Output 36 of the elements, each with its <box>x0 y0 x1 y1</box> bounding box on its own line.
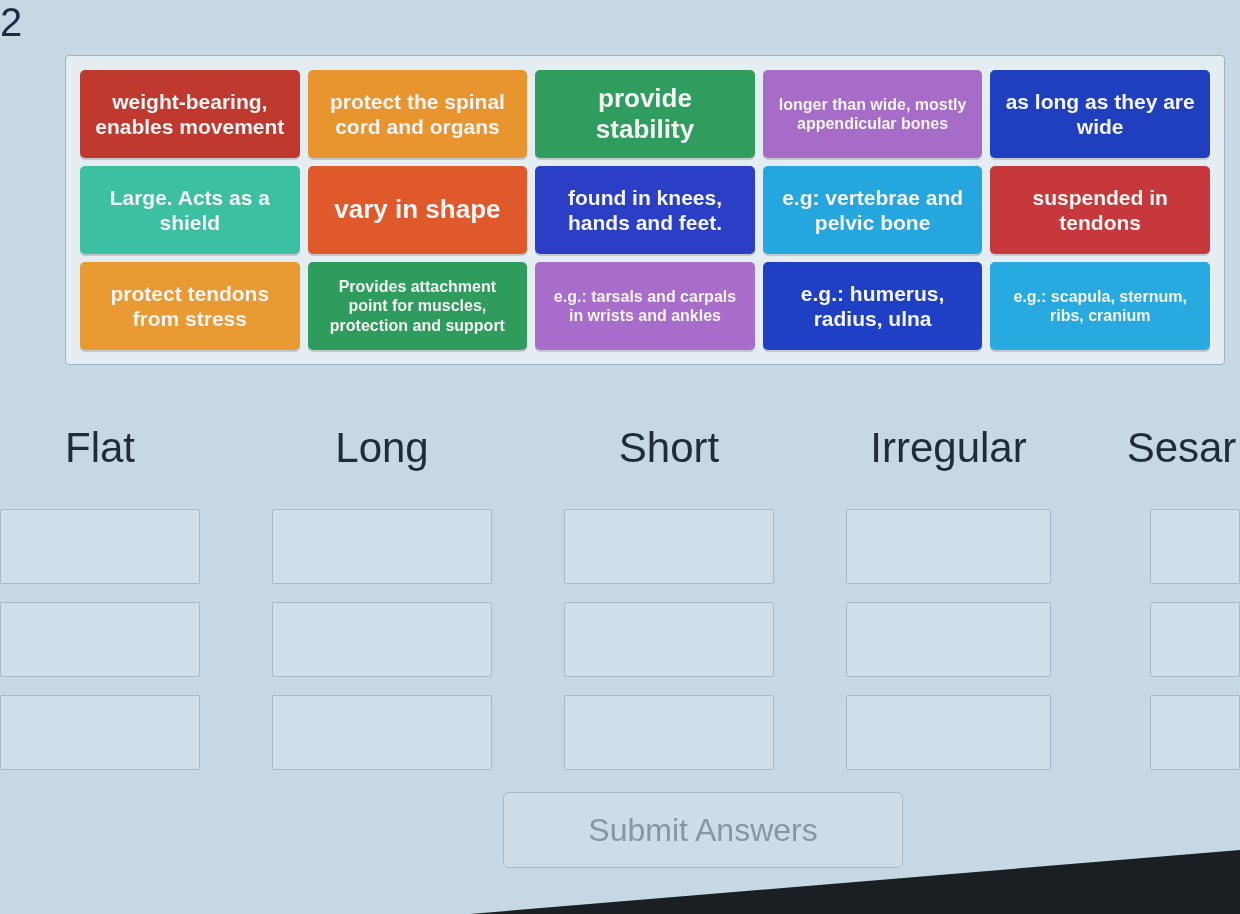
drop-zone[interactable] <box>846 602 1051 677</box>
drop-zone[interactable] <box>1150 602 1240 677</box>
drop-zone[interactable] <box>0 602 200 677</box>
answer-tile[interactable]: e.g: vertebrae and pelvic bone <box>762 166 983 254</box>
answer-tile[interactable]: found in knees, hands and feet. <box>535 166 755 254</box>
drop-zone[interactable] <box>564 602 774 677</box>
drop-zone[interactable] <box>0 695 200 770</box>
answer-tile[interactable]: e.g.: tarsals and carpals in wrists and ankles <box>535 262 755 350</box>
category-heading: Long <box>335 422 429 473</box>
category-heading: Irregular <box>870 422 1027 473</box>
drop-zone[interactable] <box>272 695 492 770</box>
drop-zone[interactable] <box>272 602 492 677</box>
drop-zone[interactable] <box>564 695 774 770</box>
answer-tile[interactable]: weight-bearing, enables movement <box>80 70 300 158</box>
question-number: 2 <box>0 0 23 44</box>
drop-zone[interactable] <box>846 695 1051 770</box>
drop-zone[interactable] <box>0 509 200 584</box>
answer-tile[interactable]: protect tendons from stress <box>80 262 300 350</box>
answer-tile[interactable]: Large. Acts as a shield <box>80 166 300 254</box>
answer-tile[interactable]: as long as they are wide <box>990 70 1210 158</box>
drop-zone[interactable] <box>272 509 492 584</box>
drop-zone[interactable] <box>1150 509 1240 584</box>
category-heading: Short <box>618 422 720 473</box>
drop-zone[interactable] <box>846 509 1051 584</box>
answer-tile[interactable]: e.g.: scapula, sternum, ribs, cranium <box>990 262 1210 350</box>
category-heading: Flat <box>65 422 135 473</box>
answer-tile[interactable]: e.g.: humerus, radius, ulna <box>762 262 983 350</box>
category-heading: Sesar <box>1126 422 1237 473</box>
answer-tile[interactable]: vary in shape <box>307 166 528 254</box>
answer-tile[interactable]: provide stability <box>535 70 755 158</box>
answer-tile[interactable]: suspended in tendons <box>990 166 1210 254</box>
answer-tile[interactable]: longer than wide, mostly appendicular bones <box>762 70 983 158</box>
answer-tile[interactable]: Provides attachment point for muscles, protection and support <box>307 262 528 350</box>
answer-tile[interactable]: protect the spinal cord and organs <box>307 70 528 158</box>
drop-zone[interactable] <box>564 509 774 584</box>
drop-zone[interactable] <box>1150 695 1240 770</box>
